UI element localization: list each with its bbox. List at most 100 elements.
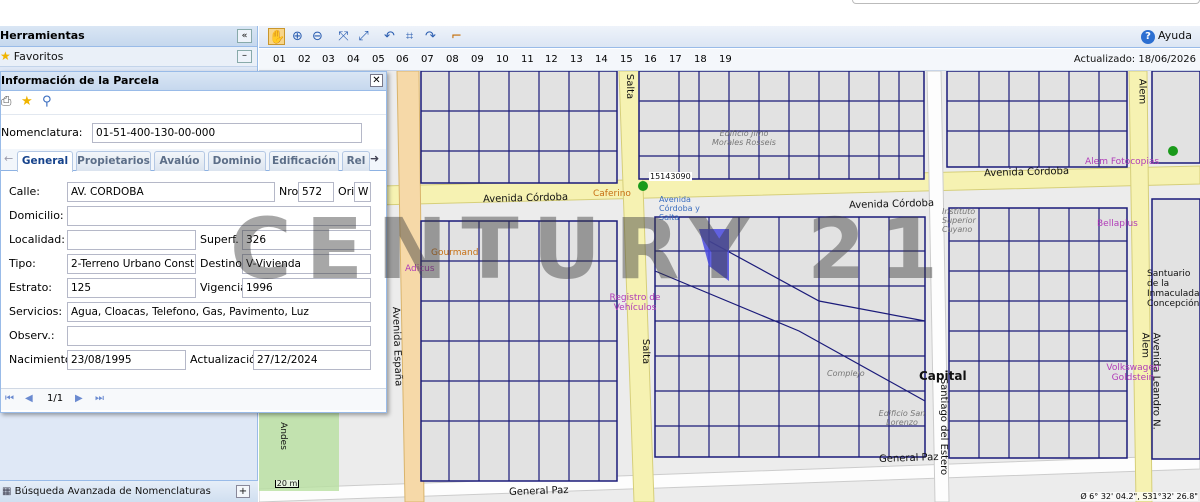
tab-general[interactable]: General <box>17 151 73 172</box>
nro-label: Nro <box>279 185 299 198</box>
map-label: Caferino <box>593 189 631 199</box>
tipo-label: Tipo: <box>9 257 36 270</box>
redo-icon[interactable]: ↷ <box>422 28 439 45</box>
actualizacion-field[interactable]: 27/12/2024 <box>253 350 371 370</box>
hour-item[interactable]: 16 <box>644 54 657 65</box>
scale-bar: 20 m <box>275 479 299 488</box>
avenida-espana-road <box>396 71 425 502</box>
close-icon[interactable]: ✕ <box>370 74 383 87</box>
hour-item[interactable]: 03 <box>322 54 335 65</box>
tab-dominio[interactable]: Dominio <box>208 151 266 171</box>
hour-item[interactable]: 12 <box>545 54 558 65</box>
localidad-field[interactable] <box>67 230 196 250</box>
advanced-search-bar[interactable]: ▦ Búsqueda Avanzada de Nomenclaturas + <box>0 480 258 502</box>
hour-item[interactable]: 05 <box>372 54 385 65</box>
observ-label: Observ.: <box>9 329 55 342</box>
favorites-header[interactable]: ★ Favoritos – <box>0 47 257 67</box>
ori-field[interactable]: W <box>354 182 371 202</box>
tab-edificacion[interactable]: Edificación <box>269 151 339 171</box>
top-search-box[interactable] <box>852 0 1200 4</box>
full-extent-icon[interactable]: ⤢ <box>355 28 372 45</box>
nomenclatura-field[interactable]: 01-51-400-130-00-000 <box>92 123 362 143</box>
hour-item[interactable]: 02 <box>298 54 311 65</box>
collapse-favorites-icon[interactable]: – <box>237 50 252 63</box>
hour-item[interactable]: 08 <box>446 54 459 65</box>
servicios-field[interactable]: Agua, Cloacas, Telefono, Gas, Pavimento,… <box>67 302 371 322</box>
star-icon: ★ <box>0 49 11 63</box>
hour-item[interactable]: 01 <box>273 54 286 65</box>
help-button[interactable]: ? Ayuda <box>1141 29 1192 44</box>
estrato-field[interactable]: 125 <box>67 278 196 298</box>
map-label: Complejo <box>827 369 865 378</box>
calle-field[interactable]: AV. CORDOBA <box>67 182 275 202</box>
last-page-icon[interactable]: ⏭ <box>95 393 104 404</box>
hour-item[interactable]: 04 <box>347 54 360 65</box>
parcel-blocks <box>420 71 1200 482</box>
hour-item[interactable]: 06 <box>396 54 409 65</box>
hour-item[interactable]: 18 <box>694 54 707 65</box>
pan-hand-icon[interactable]: ✋ <box>268 28 285 45</box>
destino-label: Destino <box>200 257 243 270</box>
tab-scroll-left-icon[interactable]: ← <box>4 152 13 165</box>
parcel-info-window: Información de la Parcela ✕ ⎙ ★ ⚲ Nomenc… <box>0 71 387 413</box>
search-icon[interactable]: ⚲ <box>42 94 52 109</box>
nacimiento-field[interactable]: 23/08/1995 <box>67 350 186 370</box>
hour-item[interactable]: 19 <box>719 54 732 65</box>
actualizacion-label: Actualización <box>190 353 263 366</box>
destino-field[interactable]: V-Vivienda <box>242 254 371 274</box>
updated-date: Actualizado: 18/06/2026 <box>1073 54 1196 65</box>
map-label: Instituto Superior Cuyano <box>942 207 976 234</box>
hour-item[interactable]: 17 <box>669 54 682 65</box>
undo-icon[interactable]: ↶ <box>381 28 398 45</box>
prev-page-icon[interactable]: ◀ <box>25 393 33 404</box>
zoom-window-icon[interactable]: ⌗ <box>401 28 418 45</box>
ori-label: Ori <box>338 185 355 198</box>
map-label: Salta <box>624 73 636 100</box>
map-label: Volkswagen Goldstein <box>1106 363 1160 383</box>
map-label: Avenida Córdoba y Salta <box>659 195 700 222</box>
hour-item[interactable]: 13 <box>570 54 583 65</box>
domicilio-field[interactable] <box>67 206 371 226</box>
parcel-tabs: ← General Propietarios Avalúo Dominio Ed… <box>1 149 386 172</box>
hour-item[interactable]: 10 <box>496 54 509 65</box>
grid-icon: ▦ <box>2 486 12 497</box>
zoom-out-icon[interactable]: ⊖ <box>309 28 326 45</box>
hour-item[interactable]: 11 <box>521 54 534 65</box>
help-icon: ? <box>1141 30 1156 44</box>
bus-stop-marker[interactable] <box>1168 146 1178 156</box>
zoom-in-icon[interactable]: ⊕ <box>289 28 306 45</box>
pager: ⏮ ◀ 1/1 ▶ ⏭ <box>1 388 386 410</box>
bus-stop-marker[interactable] <box>638 181 648 191</box>
map-label: Edificio Jimo Morales Rosseis <box>712 129 776 147</box>
superf-field[interactable]: 326 <box>242 230 371 250</box>
star-icon[interactable]: ★ <box>21 94 33 109</box>
print-icon[interactable]: ⎙ <box>1 94 11 109</box>
page-indicator: 1/1 <box>47 393 64 404</box>
observ-field[interactable] <box>67 326 371 346</box>
first-page-icon[interactable]: ⏮ <box>5 393 14 404</box>
nro-field[interactable]: 572 <box>298 182 334 202</box>
hour-item[interactable]: 14 <box>595 54 608 65</box>
tab-propietarios[interactable]: Propietarios <box>76 151 151 171</box>
measure-icon[interactable]: ⌐ <box>448 28 465 45</box>
tab-scroll-right-icon[interactable]: ➜ <box>370 152 379 165</box>
tipo-field[interactable]: 2-Terreno Urbano Constru <box>67 254 196 274</box>
parcel-window-toolbar: ⎙ ★ ⚲ <box>1 91 386 115</box>
hour-item[interactable]: 07 <box>421 54 434 65</box>
map-canvas[interactable]: Avenida Córdoba Avenida Córdoba Avenida … <box>259 71 1200 502</box>
expand-advanced-search-icon[interactable]: + <box>236 485 250 498</box>
zoom-extent-icon[interactable]: ⤧ <box>335 28 352 45</box>
next-page-icon[interactable]: ▶ <box>75 393 83 404</box>
superf-label: Superf. <box>200 233 239 246</box>
tab-rel[interactable]: Rel <box>342 151 370 171</box>
map-label: Gourmand <box>431 248 479 258</box>
vigencia-field[interactable]: 1996 <box>242 278 371 298</box>
bus-stop-code: 15143090 <box>649 172 692 181</box>
map-label: Salta <box>640 338 652 365</box>
hour-item[interactable]: 15 <box>620 54 633 65</box>
hour-item[interactable]: 09 <box>471 54 484 65</box>
calle-label: Calle: <box>9 185 41 198</box>
tab-avaluo[interactable]: Avalúo <box>154 151 205 171</box>
map-toolbar: ✋ ⊕ ⊖ ⤧ ⤢ ↶ ⌗ ↷ ⌐ ? Ayuda <box>259 26 1200 48</box>
collapse-panel-icon[interactable]: « <box>237 29 252 43</box>
